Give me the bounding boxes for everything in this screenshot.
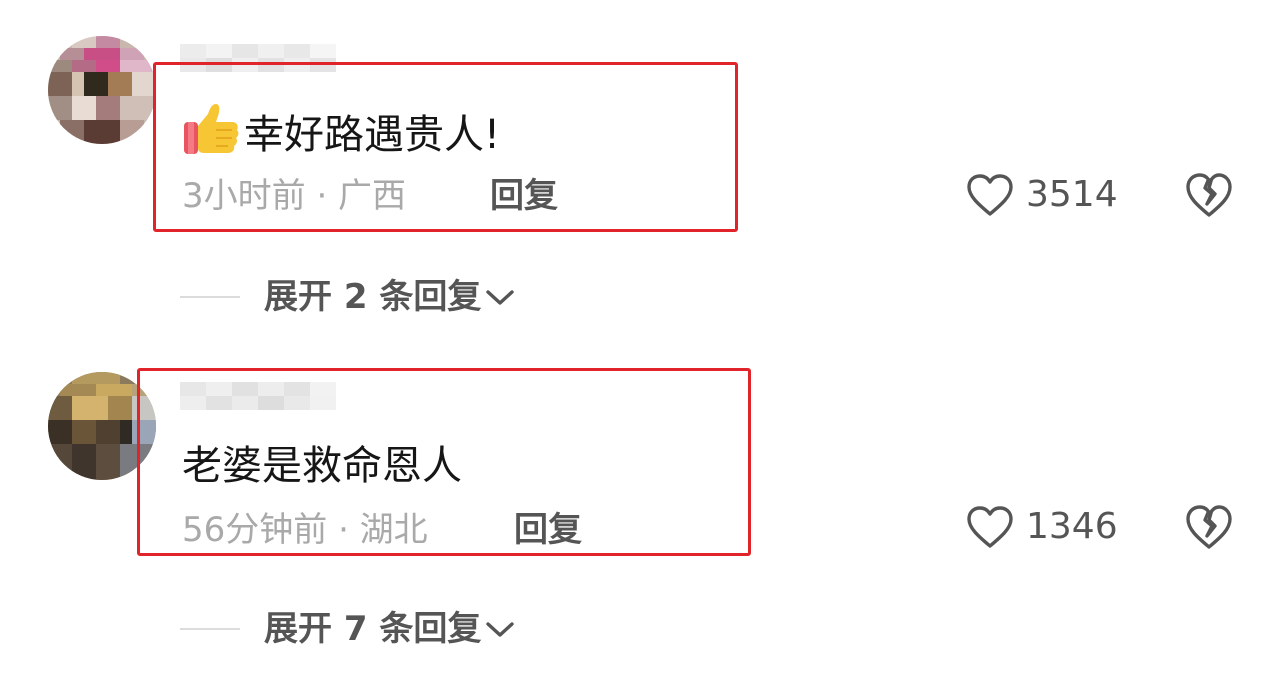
like-count: 1346	[1026, 506, 1118, 547]
expand-replies-button[interactable]: 展开 2 条回复	[180, 274, 515, 320]
avatar[interactable]	[48, 36, 156, 144]
comment-meta: 56分钟前 · 湖北	[182, 510, 428, 550]
comment-list: 幸好路遇贵人! 3小时前 · 广西 回复 3514 展开 2 条回复 老婆是救命…	[0, 0, 1284, 692]
reply-button[interactable]: 回复	[514, 508, 582, 552]
broken-heart-icon	[1184, 170, 1234, 220]
chevron-down-icon	[481, 619, 515, 639]
like-button[interactable]: 1346	[966, 502, 1118, 552]
chevron-down-icon	[481, 287, 515, 307]
heart-outline-icon	[966, 173, 1014, 217]
reply-button[interactable]: 回复	[490, 174, 558, 218]
expand-replies-label: 展开 7 条回复	[264, 609, 482, 649]
like-button[interactable]: 3514	[966, 170, 1118, 220]
heart-outline-icon	[966, 505, 1014, 549]
comment-text: 幸好路遇贵人!	[182, 102, 500, 161]
divider-line	[180, 628, 240, 630]
comment-meta: 3小时前 · 广西	[182, 176, 407, 216]
comment-text-content: 老婆是救命恩人	[182, 443, 462, 489]
comment-text-content: 幸好路遇贵人!	[244, 112, 501, 158]
comment-text: 老婆是救命恩人	[182, 440, 462, 492]
divider-line	[180, 296, 240, 298]
expand-replies-label: 展开 2 条回复	[264, 277, 482, 317]
broken-heart-icon	[1184, 502, 1234, 552]
like-count: 3514	[1026, 174, 1118, 215]
dislike-button[interactable]	[1184, 502, 1234, 552]
dislike-button[interactable]	[1184, 170, 1234, 220]
expand-replies-button[interactable]: 展开 7 条回复	[180, 606, 515, 652]
thumbs-up-emoji-icon	[182, 102, 242, 158]
